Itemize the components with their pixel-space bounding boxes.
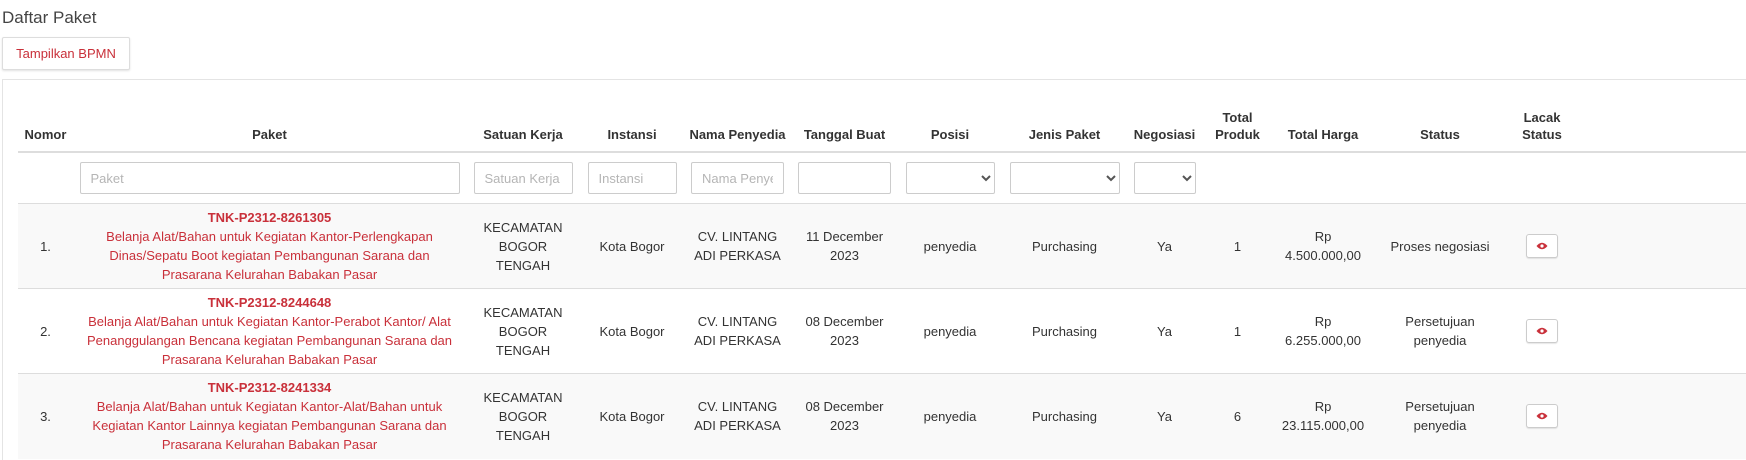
col-header-jenis-paket[interactable]: Jenis Paket (1002, 103, 1127, 153)
jenis-paket-filter-select[interactable] (1009, 162, 1120, 194)
penyedia-cell: CV. LINTANG ADI PERKASA (684, 373, 791, 459)
col-header-tanggal-buat[interactable]: Tanggal Buat (791, 103, 898, 153)
posisi-cell: penyedia (898, 373, 1002, 459)
satuan-kerja-filter-input[interactable] (473, 162, 573, 194)
status-cell: Proses negosiasi (1373, 203, 1507, 289)
status-cell: Persetujuan penyedia (1373, 373, 1507, 459)
tanggal-cell: 08 December 2023 (791, 288, 898, 374)
table-row: 3. TNK-P2312-8241334 Belanja Alat/Bahan … (18, 373, 1746, 459)
tanggal-cell: 11 December 2023 (791, 203, 898, 289)
package-list-panel: Nomor Paket Satuan Kerja Instansi Nama P… (2, 79, 1746, 460)
negosiasi-cell: Ya (1127, 288, 1202, 374)
package-name[interactable]: Belanja Alat/Bahan untuk Kegiatan Kantor… (79, 312, 460, 369)
instansi-filter-input[interactable] (587, 162, 677, 194)
col-header-lacak-status[interactable]: Lacak Status (1507, 103, 1577, 153)
col-header-nomor[interactable]: Nomor (18, 103, 73, 153)
package-code[interactable]: TNK-P2312-8241334 (79, 378, 460, 397)
package-code[interactable]: TNK-P2312-8244648 (79, 293, 460, 312)
eye-icon (1536, 327, 1548, 335)
nama-penyedia-filter-input[interactable] (691, 162, 784, 194)
lacak-status-cell (1507, 373, 1577, 459)
total-harga-cell: Rp 6.255.000,00 (1273, 288, 1373, 374)
package-cell[interactable]: TNK-P2312-8261305 Belanja Alat/Bahan unt… (73, 203, 466, 289)
package-cell[interactable]: TNK-P2312-8244648 Belanja Alat/Bahan unt… (73, 288, 466, 374)
tanggal-cell: 08 December 2023 (791, 373, 898, 459)
satuan-kerja-cell: KECAMATAN BOGOR TENGAH (466, 203, 580, 289)
col-header-satuan-kerja[interactable]: Satuan Kerja (466, 103, 580, 153)
penyedia-cell: CV. LINTANG ADI PERKASA (684, 288, 791, 374)
paket-filter-input[interactable] (79, 162, 460, 194)
row-number: 1. (18, 203, 73, 289)
package-cell[interactable]: TNK-P2312-8241334 Belanja Alat/Bahan unt… (73, 373, 466, 459)
page-title: Daftar Paket (2, 8, 97, 27)
eye-icon (1536, 413, 1548, 420)
col-header-status[interactable]: Status (1373, 103, 1507, 153)
instansi-cell: Kota Bogor (580, 203, 684, 289)
package-name[interactable]: Belanja Alat/Bahan untuk Kegiatan Kantor… (79, 227, 460, 284)
track-status-button[interactable] (1526, 234, 1558, 258)
col-header-instansi[interactable]: Instansi (580, 103, 684, 153)
track-status-button[interactable] (1526, 319, 1558, 343)
col-header-total-harga[interactable]: Total Harga (1273, 103, 1373, 153)
total-produk-cell: 1 (1202, 288, 1273, 374)
package-name[interactable]: Belanja Alat/Bahan untuk Kegiatan Kantor… (79, 397, 460, 454)
package-code[interactable]: TNK-P2312-8261305 (79, 208, 460, 227)
filter-row (18, 152, 1746, 204)
instansi-cell: Kota Bogor (580, 373, 684, 459)
table-row: 1. TNK-P2312-8261305 Belanja Alat/Bahan … (18, 203, 1746, 289)
jenis-paket-cell: Purchasing (1002, 288, 1127, 374)
show-bpmn-button[interactable]: Tampilkan BPMN (2, 37, 130, 70)
col-header-posisi[interactable]: Posisi (898, 103, 1002, 153)
col-header-spacer (1577, 103, 1746, 153)
lacak-status-cell (1507, 288, 1577, 374)
negosiasi-cell: Ya (1127, 373, 1202, 459)
satuan-kerja-cell: KECAMATAN BOGOR TENGAH (466, 288, 580, 374)
package-table: Nomor Paket Satuan Kerja Instansi Nama P… (18, 103, 1746, 459)
table-row: 2. TNK-P2312-8244648 Belanja Alat/Bahan … (18, 288, 1746, 374)
row-number: 2. (18, 288, 73, 374)
eye-icon (1536, 242, 1548, 250)
posisi-cell: penyedia (898, 288, 1002, 374)
col-header-negosiasi[interactable]: Negosiasi (1127, 103, 1202, 153)
total-harga-cell: Rp 4.500.000,00 (1273, 203, 1373, 289)
lacak-status-cell (1507, 203, 1577, 289)
total-produk-cell: 6 (1202, 373, 1273, 459)
negosiasi-cell: Ya (1127, 203, 1202, 289)
col-header-total-produk[interactable]: Total Produk (1202, 103, 1273, 153)
total-harga-cell: Rp 23.115.000,00 (1273, 373, 1373, 459)
posisi-filter-select[interactable] (905, 162, 995, 194)
jenis-paket-cell: Purchasing (1002, 373, 1127, 459)
total-produk-cell: 1 (1202, 203, 1273, 289)
jenis-paket-cell: Purchasing (1002, 203, 1127, 289)
tanggal-buat-filter-input[interactable] (798, 162, 891, 194)
instansi-cell: Kota Bogor (580, 288, 684, 374)
status-cell: Persetujuan penyedia (1373, 288, 1507, 374)
row-number: 3. (18, 373, 73, 459)
satuan-kerja-cell: KECAMATAN BOGOR TENGAH (466, 373, 580, 459)
col-header-paket[interactable]: Paket (73, 103, 466, 153)
penyedia-cell: CV. LINTANG ADI PERKASA (684, 203, 791, 289)
negosiasi-filter-select[interactable] (1133, 162, 1196, 194)
posisi-cell: penyedia (898, 203, 1002, 289)
track-status-button[interactable] (1526, 404, 1558, 429)
col-header-nama-penyedia[interactable]: Nama Penyedia (684, 103, 791, 153)
